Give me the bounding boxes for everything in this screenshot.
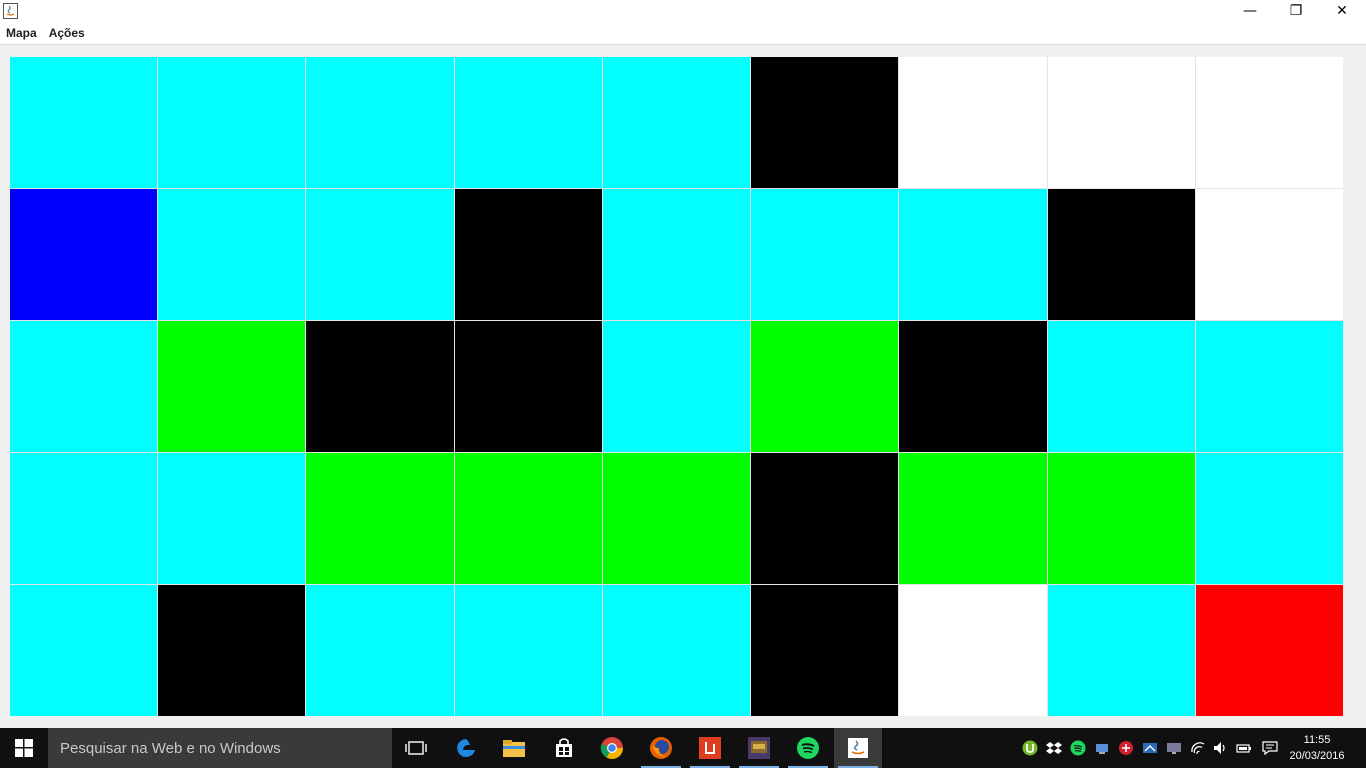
map-cell-r1-c8[interactable]: [1047, 57, 1195, 188]
display-icon[interactable]: [1164, 738, 1184, 758]
map-cell-r5-c6[interactable]: [751, 585, 899, 716]
map-cell-r4-c3[interactable]: [306, 453, 454, 584]
map-cell-r4-c7[interactable]: [899, 453, 1047, 584]
security-icon[interactable]: [1116, 738, 1136, 758]
map-cell-r1-c3[interactable]: [306, 57, 454, 188]
spotify-tray-icon[interactable]: [1068, 738, 1088, 758]
map-cell-r5-c4[interactable]: [454, 585, 602, 716]
minimize-button[interactable]: —: [1227, 0, 1273, 22]
map-cell-r1-c6[interactable]: [751, 57, 899, 188]
map-cell-r1-c4[interactable]: [454, 57, 602, 188]
start-button[interactable]: [0, 728, 48, 768]
map-cell-r3-c9[interactable]: [1195, 321, 1343, 452]
map-cell-r2-c9[interactable]: [1195, 189, 1343, 320]
clock-date: 20/03/2016: [1289, 750, 1345, 762]
map-cell-r2-c8[interactable]: [1047, 189, 1195, 320]
map-panel: [0, 45, 1366, 728]
map-cell-r4-c9[interactable]: [1195, 453, 1343, 584]
map-cell-r3-c3[interactable]: [306, 321, 454, 452]
taskbar: Pesquisar na Web e no Windows 11:55 20/0…: [0, 728, 1366, 768]
title-bar: — ❐ ✕: [0, 0, 1366, 22]
file-explorer-icon[interactable]: [490, 728, 538, 768]
windows-logo-icon: [15, 739, 33, 757]
map-cell-r3-c6[interactable]: [751, 321, 899, 452]
clock-time: 11:55: [1303, 734, 1331, 746]
map-cell-r4-c1[interactable]: [10, 453, 158, 584]
map-cell-r5-c1[interactable]: [10, 585, 158, 716]
menu-acoes[interactable]: Ações: [49, 26, 85, 40]
map-cell-r2-c5[interactable]: [602, 189, 751, 320]
notifications-icon[interactable]: [1260, 738, 1280, 758]
close-button[interactable]: ✕: [1319, 0, 1365, 22]
map-grid: [10, 57, 1343, 716]
map-cell-r3-c5[interactable]: [602, 321, 751, 452]
chrome-icon[interactable]: [588, 728, 636, 768]
network-tool-icon[interactable]: [1092, 738, 1112, 758]
map-cell-r5-c3[interactable]: [306, 585, 454, 716]
map-cell-r5-c5[interactable]: [602, 585, 751, 716]
map-cell-r2-c1[interactable]: [10, 189, 158, 320]
map-cell-r3-c1[interactable]: [10, 321, 158, 452]
map-cell-r4-c2[interactable]: [158, 453, 306, 584]
maximize-button[interactable]: ❐: [1273, 0, 1319, 22]
map-cell-r2-c4[interactable]: [454, 189, 602, 320]
game-icon[interactable]: [735, 728, 783, 768]
map-cell-r1-c1[interactable]: [10, 57, 158, 188]
map-cell-r4-c5[interactable]: [602, 453, 751, 584]
battery-icon[interactable]: [1234, 738, 1254, 758]
map-cell-r3-c4[interactable]: [454, 321, 602, 452]
search-placeholder: Pesquisar na Web e no Windows: [60, 739, 281, 757]
dropbox-icon[interactable]: [1044, 738, 1064, 758]
map-cell-r2-c7[interactable]: [899, 189, 1047, 320]
firefox-icon[interactable]: [637, 728, 685, 768]
cloud-drive-icon[interactable]: [1140, 738, 1160, 758]
java-icon[interactable]: [834, 728, 882, 768]
system-clock[interactable]: 11:55 20/03/2016: [1288, 732, 1346, 764]
map-cell-r5-c7[interactable]: [899, 585, 1047, 716]
spotify-icon[interactable]: [784, 728, 832, 768]
task-view-icon[interactable]: [392, 728, 440, 768]
map-cell-r3-c2[interactable]: [158, 321, 306, 452]
map-cell-r1-c9[interactable]: [1195, 57, 1343, 188]
utorrent-icon[interactable]: [1020, 738, 1040, 758]
search-input[interactable]: Pesquisar na Web e no Windows: [48, 728, 392, 768]
map-cell-r5-c2[interactable]: [158, 585, 306, 716]
map-cell-r1-c7[interactable]: [899, 57, 1047, 188]
volume-icon[interactable]: [1210, 738, 1230, 758]
map-cell-r4-c6[interactable]: [751, 453, 899, 584]
map-cell-r2-c6[interactable]: [751, 189, 899, 320]
map-cell-r4-c8[interactable]: [1047, 453, 1195, 584]
map-cell-r5-c8[interactable]: [1047, 585, 1195, 716]
app-red-icon[interactable]: [686, 728, 734, 768]
map-cell-r3-c8[interactable]: [1047, 321, 1195, 452]
java-app-icon: [3, 3, 18, 19]
map-cell-r1-c2[interactable]: [158, 57, 306, 188]
store-icon[interactable]: [540, 728, 588, 768]
map-cell-r3-c7[interactable]: [899, 321, 1047, 452]
wifi-icon[interactable]: [1188, 738, 1208, 758]
map-cell-r2-c2[interactable]: [158, 189, 306, 320]
edge-icon[interactable]: [442, 728, 490, 768]
map-cell-r4-c4[interactable]: [454, 453, 602, 584]
menu-mapa[interactable]: Mapa: [6, 26, 37, 40]
map-cell-r2-c3[interactable]: [306, 189, 454, 320]
map-cell-r5-c9[interactable]: [1195, 585, 1343, 716]
menu-bar: Mapa Ações: [0, 22, 1366, 45]
map-cell-r1-c5[interactable]: [602, 57, 751, 188]
